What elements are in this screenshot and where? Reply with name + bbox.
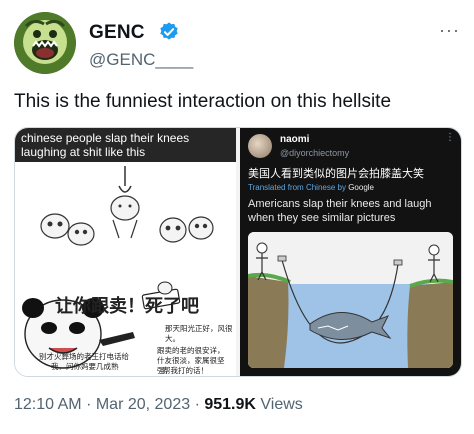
tweet-date[interactable]: Mar 20, 2023 (96, 396, 190, 413)
media-image-left[interactable]: chinese people slap their knees laughing… (15, 128, 236, 376)
meme-caption: chinese people slap their knees laughing… (15, 128, 236, 162)
tweet-text: This is the funniest interaction on this… (14, 91, 392, 112)
quoted-handle: @diyorchiectomy (280, 148, 350, 158)
views-count[interactable]: 951.9K (204, 396, 256, 413)
meme-bubble-peaceful: 跟卖的老的很安详， (157, 346, 225, 355)
quoted-avatar (248, 134, 272, 158)
meme-bubble-crematorium: 别才火葬场的老王打电话给 (39, 352, 129, 361)
tweet-media[interactable]: chinese people slap their knees laughing… (14, 127, 462, 377)
tweet-meta: 12:10 AM · Mar 20, 2023 · 951.9K Views (14, 396, 303, 414)
more-options-icon[interactable]: ··· (439, 20, 460, 41)
quoted-more-icon: ⋮ (445, 132, 455, 143)
meme-bubble-call: 帮我打的话！ (163, 366, 208, 375)
meme-headline: 让你跟卖！死了吧 (55, 296, 199, 316)
author-avatar[interactable] (14, 12, 76, 74)
tweet-time[interactable]: 12:10 AM (14, 396, 82, 413)
meme-bubble-doneness: 我，问你妈要几成熟 (51, 362, 119, 371)
media-image-right[interactable]: naomi @diyorchiectomy ⋮ 美国人看到类似的图片会拍膝盖大笑… (240, 128, 461, 376)
translated-label: Translated from Chinese by Google (248, 183, 374, 192)
verified-badge-icon (160, 22, 178, 40)
author-handle[interactable]: @GENC____ (89, 50, 193, 70)
author-display-name[interactable]: GENC (89, 22, 145, 44)
meta-separator-2: · (194, 396, 200, 413)
meme-illustration: 让你跟卖！死了吧 那天阳光正好，风很大。 跟卖的老的很安详， 什友很淡，家属很坚… (15, 162, 236, 376)
quoted-chinese-text: 美国人看到类似的图片会拍膝盖大笑 (248, 168, 424, 180)
meme-bubble-sunny: 那天阳光正好，风很大。 (165, 324, 233, 343)
tweet-header: GENC @GENC____ ··· (14, 12, 460, 74)
quoted-name: naomi (280, 134, 310, 145)
views-label: Views (260, 396, 303, 413)
meta-separator-1: · (86, 396, 92, 413)
quoted-illustration (248, 232, 453, 368)
quoted-english-text: Americans slap their knees and laugh whe… (248, 198, 432, 224)
